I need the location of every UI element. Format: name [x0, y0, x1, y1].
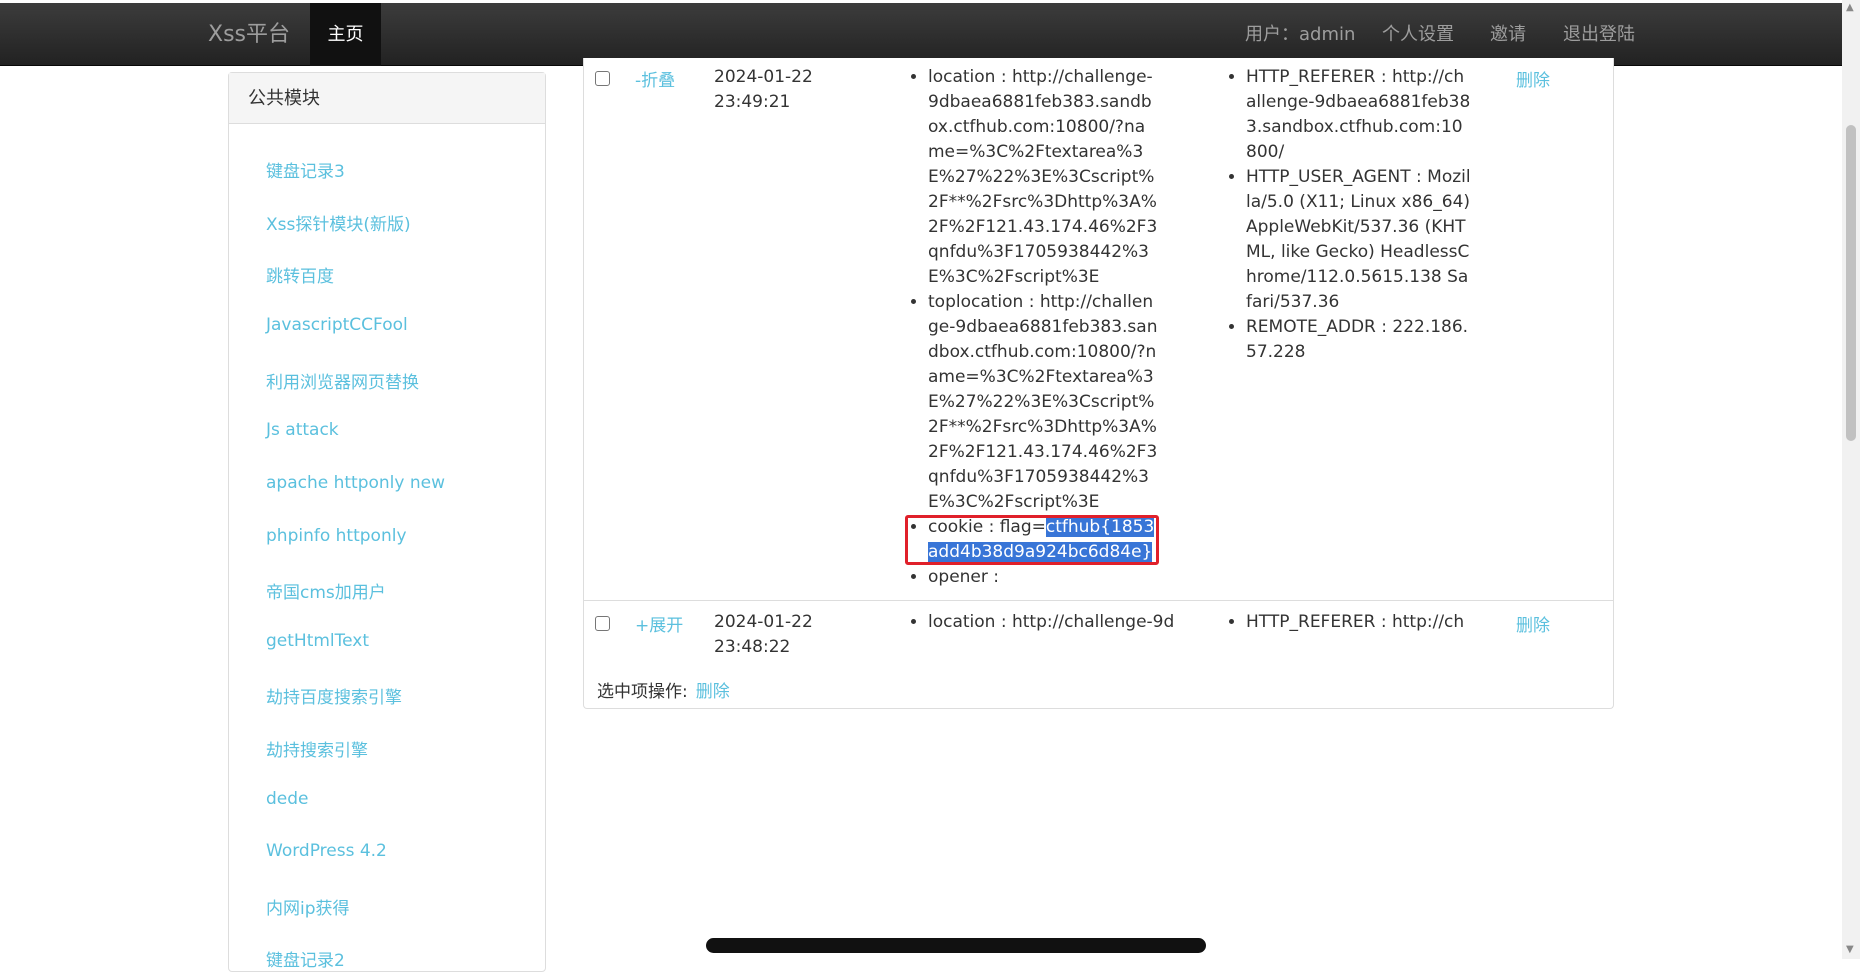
record-checkbox[interactable]	[595, 616, 610, 631]
scroll-down-icon[interactable]: ▼	[1846, 944, 1854, 955]
horizontal-scroll-indicator[interactable]	[706, 938, 1206, 953]
vertical-scrollbar[interactable]: ▲ ▼	[1842, 0, 1860, 959]
sidebar-item[interactable]: 帝国cms加用户	[266, 578, 386, 603]
sidebar-item[interactable]: 劫持搜索引擎	[266, 736, 368, 761]
delete-link[interactable]: 删除	[1516, 611, 1550, 636]
sidebar-item[interactable]: JavascriptCCFool	[266, 315, 408, 335]
location-value: location : http://challenge-9d	[928, 610, 1174, 635]
nav-settings[interactable]: 个人设置	[1382, 3, 1454, 66]
record-date: 2024-01-22	[714, 612, 813, 632]
record-client-info: location : http://challenge-9dbaea6881fe…	[906, 65, 1159, 590]
records-panel: -折叠 2024-01-22 23:49:21 location : http:…	[583, 58, 1614, 709]
opener-value: opener :	[928, 565, 1159, 590]
sidebar-item[interactable]: phpinfo httponly	[266, 526, 407, 546]
record-server-info: HTTP_REFERER : http://ch	[1224, 610, 1472, 635]
sidebar-item[interactable]: Js attack	[266, 420, 339, 440]
user-agent-value: HTTP_USER_AGENT : Mozilla/5.0 (X11; Linu…	[1246, 165, 1472, 315]
top-navbar: Xss平台 主页 用户：admin 个人设置 邀请 退出登陆	[0, 3, 1842, 66]
collapse-toggle[interactable]: -折叠	[635, 66, 675, 91]
brand-logo[interactable]: Xss平台	[208, 3, 290, 66]
nav-invite[interactable]: 邀请	[1490, 3, 1526, 66]
bulk-delete-link[interactable]: 删除	[696, 682, 730, 702]
expand-toggle[interactable]: +展开	[635, 611, 683, 636]
http-referer-value: HTTP_REFERER : http://ch	[1246, 610, 1472, 635]
sidebar-public-modules: 公共模块 键盘记录3 Xss探针模块(新版) 跳转百度 JavascriptCC…	[228, 72, 546, 972]
row-divider	[584, 600, 1613, 601]
bulk-label: 选中项操作:	[597, 682, 688, 702]
http-referer-value: HTTP_REFERER : http://challenge-9dbaea68…	[1246, 65, 1472, 165]
delete-link[interactable]: 删除	[1516, 66, 1550, 91]
record-checkbox[interactable]	[595, 71, 610, 86]
toplocation-value: toplocation : http://challenge-9dbaea688…	[928, 290, 1159, 515]
sidebar-item[interactable]: getHtmlText	[266, 631, 369, 651]
record-time: 23:49:21	[714, 92, 791, 112]
sidebar-item[interactable]: dede	[266, 789, 309, 809]
sidebar-title: 公共模块	[229, 73, 545, 124]
sidebar-item[interactable]: Xss探针模块(新版)	[266, 210, 411, 235]
record-client-info: location : http://challenge-9d	[906, 610, 1174, 635]
scroll-up-icon[interactable]: ▲	[1846, 2, 1854, 13]
record-date: 2024-01-22	[714, 67, 813, 87]
record-datetime: 2024-01-22 23:49:21	[714, 65, 834, 115]
sidebar-item[interactable]: 利用浏览器网页替换	[266, 368, 419, 393]
nav-home[interactable]: 主页	[310, 3, 381, 66]
record-time: 23:48:22	[714, 637, 791, 657]
sidebar-item[interactable]: apache httponly new	[266, 473, 445, 493]
scrollbar-thumb[interactable]	[1846, 125, 1856, 441]
sidebar-item[interactable]: 跳转百度	[266, 262, 334, 287]
sidebar-item[interactable]: 劫持百度搜索引擎	[266, 683, 402, 708]
bulk-actions: 选中项操作: 删除	[597, 677, 730, 702]
remote-addr-value: REMOTE_ADDR : 222.186.57.228	[1246, 315, 1472, 365]
sidebar-item[interactable]: 内网ip获得	[266, 894, 350, 919]
flag-highlight-box	[905, 515, 1159, 565]
location-value: location : http://challenge-9dbaea6881fe…	[928, 65, 1159, 290]
record-server-info: HTTP_REFERER : http://challenge-9dbaea68…	[1224, 65, 1472, 365]
nav-logout[interactable]: 退出登陆	[1563, 3, 1635, 66]
sidebar-item[interactable]: 键盘记录3	[266, 157, 345, 182]
sidebar-item[interactable]: WordPress 4.2	[266, 841, 387, 861]
nav-user[interactable]: 用户：admin	[1245, 3, 1355, 66]
record-datetime: 2024-01-22 23:48:22	[714, 610, 834, 660]
